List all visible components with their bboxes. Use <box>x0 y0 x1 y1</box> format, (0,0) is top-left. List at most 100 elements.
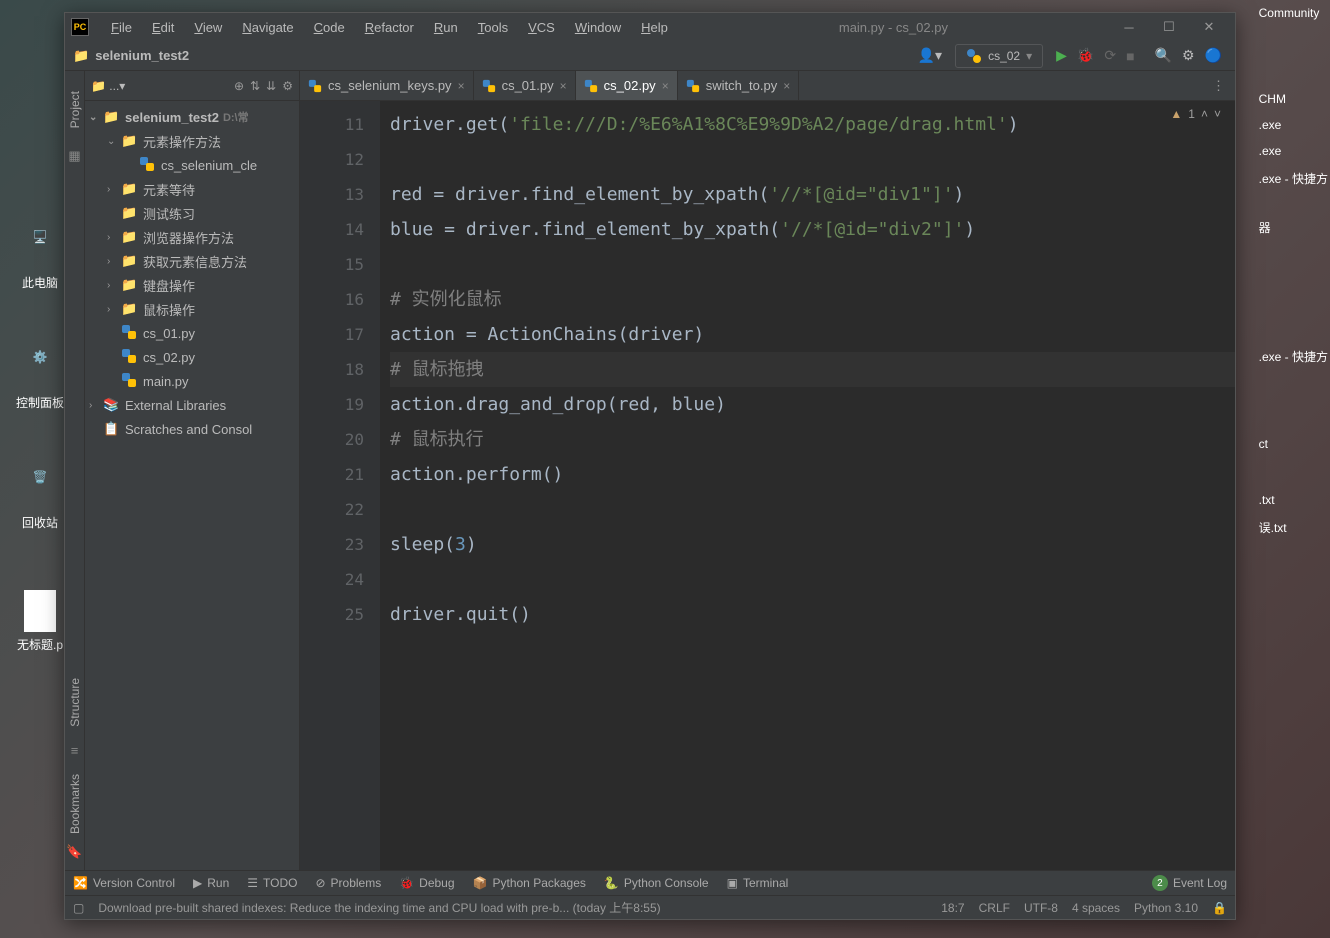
tree-item[interactable]: ›📁获取元素信息方法 <box>85 249 299 273</box>
tree-item[interactable]: 📁测试练习 <box>85 201 299 225</box>
desktop-icon-control-panel[interactable]: ⚙️ 控制面板 <box>10 350 70 411</box>
file-encoding[interactable]: UTF-8 <box>1024 901 1058 915</box>
settings-gear-icon[interactable]: ⚙ <box>282 79 293 93</box>
more-tabs-icon[interactable]: ⋮ <box>1202 71 1235 100</box>
editor-tab[interactable]: switch_to.py× <box>678 71 800 100</box>
editor-tab[interactable]: cs_02.py× <box>576 71 678 100</box>
window-title: main.py - cs_02.py <box>678 20 1109 35</box>
bottom-toolwindow-bar: 🔀Version Control ▶Run ☰TODO ⊘Problems 🐞D… <box>65 870 1235 895</box>
close-tab-icon[interactable]: × <box>783 79 790 93</box>
run-button[interactable]: ▶ <box>1056 47 1067 64</box>
tree-item[interactable]: cs_01.py <box>85 321 299 345</box>
todo-tool[interactable]: ☰TODO <box>247 876 297 890</box>
select-opened-file-icon[interactable]: ⊕ <box>234 79 244 93</box>
code-editor[interactable]: driver.get('file:///D:/%E6%A1%8C%E9%9D%A… <box>380 101 1235 870</box>
app-icon: PC <box>71 18 89 36</box>
event-log-tool[interactable]: 2 Event Log <box>1152 875 1227 891</box>
close-button[interactable]: ✕ <box>1189 13 1229 41</box>
menu-window[interactable]: Window <box>565 16 631 39</box>
pycharm-window: PC FileEditViewNavigateCodeRefactorRunTo… <box>64 12 1236 920</box>
menu-navigate[interactable]: Navigate <box>232 16 303 39</box>
structure-icon2: ≡ <box>71 743 79 758</box>
line-separator[interactable]: CRLF <box>979 901 1010 915</box>
folder-icon: 📁 <box>73 48 89 64</box>
status-bar: ▢ Download pre-built shared indexes: Red… <box>65 895 1235 919</box>
project-toolwindow-button[interactable]: Project <box>68 91 82 128</box>
menu-file[interactable]: File <box>101 16 142 39</box>
editor-tabs: cs_selenium_keys.py×cs_01.py×cs_02.py×sw… <box>300 71 1235 101</box>
prev-highlight-icon[interactable]: ˄ <box>1201 107 1208 121</box>
problems-tool[interactable]: ⊘Problems <box>315 876 381 890</box>
close-tab-icon[interactable]: × <box>560 79 567 93</box>
editor-tab[interactable]: cs_01.py× <box>474 71 576 100</box>
desktop-icon-notepad[interactable]: 无标题.p <box>10 590 70 653</box>
editor-area: cs_selenium_keys.py×cs_01.py×cs_02.py×sw… <box>300 71 1235 870</box>
status-message: Download pre-built shared indexes: Reduc… <box>98 899 660 916</box>
tree-item[interactable]: ›📁键盘操作 <box>85 273 299 297</box>
debug-tool[interactable]: 🐞Debug <box>399 876 454 890</box>
left-toolwindow-bar: Project ▦ Structure ≡ Bookmarks 🔖 <box>65 71 85 870</box>
desktop-icon-this-pc[interactable]: 🖥️ 此电脑 <box>10 230 70 291</box>
menu-view[interactable]: View <box>184 16 232 39</box>
line-gutter: 111213141516171819202122232425 <box>300 101 380 870</box>
debug-button[interactable]: 🐞 <box>1077 47 1094 64</box>
close-tab-icon[interactable]: × <box>458 79 465 93</box>
bookmarks-toolwindow-button[interactable]: Bookmarks <box>68 774 82 834</box>
desktop-right-labels: Community CHM .exe .exe .exe - 快捷方 器 .ex… <box>1257 0 1330 542</box>
menu-refactor[interactable]: Refactor <box>355 16 424 39</box>
tree-item[interactable]: 📋Scratches and Consol <box>85 417 299 441</box>
tree-item[interactable]: ›📁浏览器操作方法 <box>85 225 299 249</box>
menu-help[interactable]: Help <box>631 16 678 39</box>
structure-toolwindow-button[interactable]: Structure <box>68 678 82 727</box>
tree-item[interactable]: ⌄📁元素操作方法 <box>85 129 299 153</box>
project-tree[interactable]: ⌄📁selenium_test2D:\常⌄📁元素操作方法cs_selenium_… <box>85 101 299 870</box>
minimize-button[interactable]: ─ <box>1109 13 1149 41</box>
ide-logo-icon[interactable]: 🔵 <box>1205 47 1222 64</box>
toolwindow-icon[interactable]: ▢ <box>73 901 84 915</box>
expand-all-icon[interactable]: ⇅ <box>250 79 260 93</box>
navigation-bar: 📁 selenium_test2 👤▾ cs_02 ▾ ▶ 🐞 ⟳ ■ 🔍 ⚙ … <box>65 41 1235 71</box>
bookmark-icon: 🔖 <box>66 844 82 860</box>
run-tool[interactable]: ▶Run <box>193 876 229 890</box>
tree-item[interactable]: ›📚External Libraries <box>85 393 299 417</box>
tree-item[interactable]: ›📁鼠标操作 <box>85 297 299 321</box>
maximize-button[interactable]: ☐ <box>1149 13 1189 41</box>
settings-icon[interactable]: ⚙ <box>1182 47 1195 64</box>
tree-item[interactable]: cs_02.py <box>85 345 299 369</box>
tree-item[interactable]: main.py <box>85 369 299 393</box>
python-packages-tool[interactable]: 📦Python Packages <box>473 876 586 890</box>
project-tree-panel: 📁 ...▾ ⊕ ⇅ ⇊ ⚙ ⌄📁selenium_test2D:\常⌄📁元素操… <box>85 71 300 870</box>
search-icon[interactable]: 🔍 <box>1155 47 1172 64</box>
menu-vcs[interactable]: VCS <box>518 16 565 39</box>
add-config-icon[interactable]: 👤▾ <box>918 47 942 64</box>
menu-code[interactable]: Code <box>304 16 355 39</box>
stop-button[interactable]: ■ <box>1126 48 1134 64</box>
indent-setting[interactable]: 4 spaces <box>1072 901 1120 915</box>
titlebar: PC FileEditViewNavigateCodeRefactorRunTo… <box>65 13 1235 41</box>
collapse-all-icon[interactable]: ⇊ <box>266 79 276 93</box>
editor-tab[interactable]: cs_selenium_keys.py× <box>300 71 474 100</box>
breadcrumb[interactable]: selenium_test2 <box>95 48 189 63</box>
inspections-widget[interactable]: ▲ 1 ˄ ˅ <box>1170 107 1221 121</box>
warning-icon: ▲ <box>1170 107 1182 121</box>
lock-icon[interactable]: 🔒 <box>1212 901 1227 915</box>
desktop-icon-recycle-bin[interactable]: 🗑️ 回收站 <box>10 470 70 531</box>
menu-edit[interactable]: Edit <box>142 16 184 39</box>
next-highlight-icon[interactable]: ˅ <box>1214 107 1221 121</box>
menu-tools[interactable]: Tools <box>468 16 518 39</box>
coverage-button[interactable]: ⟳ <box>1104 47 1116 64</box>
project-view-selector[interactable]: 📁 ...▾ <box>91 79 125 93</box>
run-config-selector[interactable]: cs_02 ▾ <box>955 44 1043 68</box>
tree-item[interactable]: ›📁元素等待 <box>85 177 299 201</box>
menubar: FileEditViewNavigateCodeRefactorRunTools… <box>101 16 678 39</box>
menu-run[interactable]: Run <box>424 16 468 39</box>
terminal-tool[interactable]: ▣Terminal <box>727 876 789 890</box>
interpreter[interactable]: Python 3.10 <box>1134 901 1198 915</box>
version-control-tool[interactable]: 🔀Version Control <box>73 876 175 890</box>
tree-item[interactable]: ⌄📁selenium_test2D:\常 <box>85 105 299 129</box>
close-tab-icon[interactable]: × <box>662 79 669 93</box>
tree-item[interactable]: cs_selenium_cle <box>85 153 299 177</box>
structure-icon[interactable]: ▦ <box>68 148 80 164</box>
python-console-tool[interactable]: 🐍Python Console <box>604 876 709 890</box>
caret-position[interactable]: 18:7 <box>941 901 964 915</box>
